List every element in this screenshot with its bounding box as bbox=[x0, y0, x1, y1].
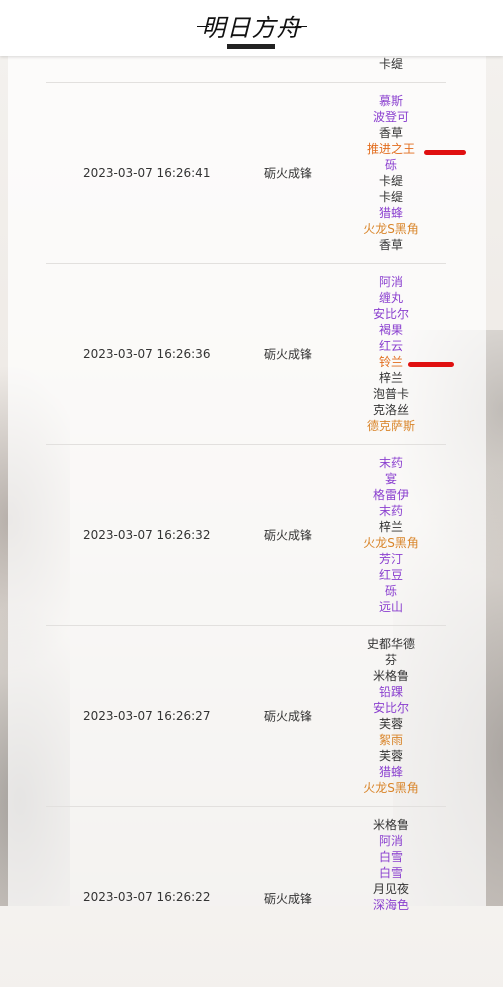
operator-list: 末药 宴 格雷伊 末药 梓兰 火龙S黑角 芳汀 红豆 砾 远山 bbox=[336, 455, 446, 615]
operator-name: 猎蜂 bbox=[378, 206, 403, 220]
table-row: 2023-03-07 16:26:41 砺火成锋 慕斯 波登可 香草 推进之王 … bbox=[46, 82, 466, 263]
operator-name: 铅踝 bbox=[378, 685, 403, 699]
pool-name: 砺火成锋 bbox=[264, 892, 313, 906]
operator-name: 卡缇 bbox=[378, 190, 403, 204]
operator-name: 火龙S黑角 bbox=[363, 536, 419, 550]
logo-line-right bbox=[294, 26, 307, 27]
pull-time: 2023-03-07 16:26:32 bbox=[83, 528, 211, 542]
operator-name: 缠丸 bbox=[378, 291, 403, 305]
table-row: 卡缇 bbox=[46, 56, 446, 82]
operator-name: 安比尔 bbox=[372, 307, 409, 321]
logo-text: 明日方舟 bbox=[201, 14, 302, 42]
operator-name: 慕斯 bbox=[378, 94, 403, 108]
gacha-record-list: 卡缇 2023-03-07 16:26:41 砺火成锋 慕斯 波登可 香草 推进… bbox=[46, 56, 466, 987]
operator-name: 米格鲁 bbox=[372, 669, 409, 683]
operator-name: 褐果 bbox=[378, 323, 403, 337]
operator-name: 末药 bbox=[378, 504, 403, 518]
operator-name: 远山 bbox=[378, 600, 403, 614]
operator-name: 阿消 bbox=[378, 275, 403, 289]
operator-name: 末药 bbox=[378, 456, 403, 470]
operator-name: 芙蓉 bbox=[378, 749, 403, 763]
table-row: 2023-03-07 16:26:36 砺火成锋 阿消 缠丸 安比尔 褐果 红云… bbox=[46, 263, 454, 444]
operator-name: 格雷伊 bbox=[372, 488, 409, 502]
logo-underline-bar bbox=[226, 44, 275, 49]
operator-list: 卡缇 bbox=[336, 56, 446, 72]
operator-name: 米格鲁 bbox=[372, 818, 409, 832]
operator-name: 泡普卡 bbox=[372, 387, 409, 401]
pool-name: 砺火成锋 bbox=[264, 347, 313, 362]
pool-name: 砺火成锋 bbox=[264, 528, 313, 543]
operator-name: 芳汀 bbox=[378, 552, 403, 566]
operator-list: 米格鲁 阿消 白雪 白雪 月见夜 深海色 bbox=[336, 817, 446, 913]
operator-name: 猎蜂 bbox=[378, 765, 403, 779]
table-row: 2023-03-07 16:26:32 砺火成锋 末药 宴 格雷伊 末药 梓兰 … bbox=[46, 444, 446, 625]
pull-time: 2023-03-07 16:26:22 bbox=[83, 890, 211, 904]
operator-name: 火龙S黑角 bbox=[363, 781, 419, 795]
operator-name: 克洛丝 bbox=[372, 403, 409, 417]
operator-name: 梓兰 bbox=[378, 371, 403, 385]
operator-name: 红云 bbox=[378, 339, 403, 353]
operator-name: 砾 bbox=[384, 584, 397, 598]
operator-name: 白雪 bbox=[378, 850, 403, 864]
operator-name: 白雪 bbox=[378, 866, 403, 880]
operator-name: 阿消 bbox=[378, 834, 403, 848]
operator-name: 红豆 bbox=[378, 568, 403, 582]
operator-name: 火龙S黑角 bbox=[363, 222, 419, 236]
pull-time: 2023-03-07 16:26:41 bbox=[83, 166, 211, 180]
operator-name: 卡缇 bbox=[378, 174, 403, 188]
operator-name: 月见夜 bbox=[372, 882, 409, 896]
operator-name: 安比尔 bbox=[372, 701, 409, 715]
operator-name: 史都华德 bbox=[366, 637, 415, 651]
operator-name: 芙蓉 bbox=[378, 717, 403, 731]
highlight-mark bbox=[408, 362, 454, 367]
table-row: 2023-03-07 16:26:22 砺火成锋 米格鲁 阿消 白雪 白雪 月见… bbox=[46, 806, 446, 987]
operator-list: 史都华德 芬 米格鲁 铅踝 安比尔 芙蓉 絮雨 芙蓉 猎蜂 火龙S黑角 bbox=[336, 636, 446, 796]
operator-name: 卡缇 bbox=[378, 57, 403, 71]
operator-name: 德克萨斯 bbox=[366, 419, 415, 433]
operator-list: 阿消 缠丸 安比尔 褐果 红云 铃兰 梓兰 泡普卡 克洛丝 德克萨斯 bbox=[336, 274, 446, 434]
pool-name: 砺火成锋 bbox=[264, 166, 313, 181]
operator-name: 絮雨 bbox=[378, 733, 403, 747]
highlight-mark bbox=[424, 150, 466, 155]
operator-name: 香草 bbox=[378, 126, 403, 140]
operator-list: 慕斯 波登可 香草 推进之王 砾 卡缇 卡缇 猎蜂 火龙S黑角 香草 bbox=[336, 93, 446, 253]
page-header: 明日方舟 bbox=[0, 0, 503, 56]
pool-name: 砺火成锋 bbox=[264, 709, 313, 724]
operator-name: 波登可 bbox=[372, 110, 409, 124]
operator-name: 深海色 bbox=[372, 898, 409, 912]
operator-name: 砾 bbox=[384, 158, 397, 172]
table-row: 2023-03-07 16:26:27 砺火成锋 史都华德 芬 米格鲁 铅踝 安… bbox=[46, 625, 446, 806]
pull-time: 2023-03-07 16:26:27 bbox=[83, 709, 211, 723]
arknights-logo-icon[interactable]: 明日方舟 bbox=[196, 4, 307, 52]
operator-name: 宴 bbox=[384, 472, 397, 486]
operator-name: 香草 bbox=[378, 238, 403, 252]
pull-time: 2023-03-07 16:26:36 bbox=[83, 347, 211, 361]
operator-name: 梓兰 bbox=[378, 520, 403, 534]
operator-name: 芬 bbox=[384, 653, 397, 667]
